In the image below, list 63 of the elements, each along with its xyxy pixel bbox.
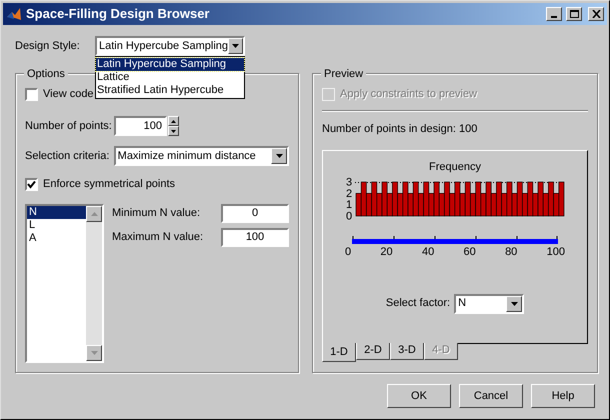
group-title: Options [24,66,68,82]
list-item[interactable]: A [27,232,86,245]
down-arrow-icon [90,351,98,355]
caret-icon [510,302,518,306]
checkbox[interactable] [25,88,38,100]
number-field[interactable]: 100 [114,116,167,136]
spin-up-button[interactable] [168,116,179,126]
maximize-icon [570,10,578,18]
app-icon [6,6,22,22]
select-factor-label: Select factor: [386,296,450,312]
dropdown-option[interactable]: Latin Hypercube Sampling [96,58,244,71]
dialog-button[interactable]: OK [387,384,451,408]
axis-tick-label: 20 [380,245,393,260]
axis-tick-label: 3 [346,176,352,188]
maximize-button[interactable] [566,7,582,21]
checkbox-label: Enforce symmetrical points [43,176,176,192]
tab[interactable]: 1-D [322,342,356,362]
field-label: Minimum N value: [112,206,202,222]
selection-criteria-dropdown[interactable]: Maximize minimum distance [114,146,289,166]
caret-icon [276,154,282,158]
axis-tick-label: 2 [346,188,352,200]
up-arrow-icon [171,120,176,122]
axis-tick-label: 80 [505,245,518,260]
minimize-button[interactable] [546,7,562,21]
tab[interactable]: 2-D [356,342,390,360]
close-icon [592,10,600,18]
axis-tick-label: 100 [546,245,565,260]
axis-tick-label: 40 [422,245,434,260]
axis-tick-label: 60 [464,245,476,260]
field-label: Number of points: [25,118,113,134]
dropdown-button[interactable] [228,38,243,54]
close-button[interactable] [588,7,604,21]
dropdown-option[interactable]: Lattice [96,71,244,84]
spin-down-button[interactable] [168,126,179,136]
scroll-down-button[interactable] [86,345,102,361]
list-item[interactable]: L [27,219,86,232]
caret-icon [232,44,240,48]
window-title: Space-Filling Design Browser [26,5,210,24]
field-label: Selection criteria: [25,148,110,164]
dropdown-option[interactable]: Stratified Latin Hypercube [96,84,244,97]
list-item[interactable]: N [27,206,86,219]
checkbox-label: View code [43,86,94,102]
design-style-label: Design Style: [15,38,81,54]
axis-tick-label: 1 [346,199,352,212]
design-style-dropdown[interactable]: Latin Hypercube Sampling [95,36,245,56]
down-arrow-icon [171,130,176,132]
checkbox-label: Apply constraints to preview [340,86,477,102]
chart-title: Frequency [429,160,481,174]
value-field[interactable]: 100 [221,228,289,247]
checkbox[interactable] [25,178,38,190]
field-label: Maximum N value: [112,230,204,246]
dialog-button[interactable]: Cancel [459,384,523,408]
dropdown-button[interactable] [271,148,287,164]
dialog-button[interactable]: Help [531,384,595,408]
select-factor-dropdown[interactable]: N [454,294,524,314]
up-arrow-icon [90,212,98,216]
axis-tick-label: 0 [346,210,352,222]
value-field[interactable]: 0 [221,204,289,223]
tab[interactable]: 3-D [390,342,424,360]
scroll-up-button[interactable] [86,206,102,222]
points-count-text: Number of points in design: 100 [322,122,478,137]
axis-tick-label: 0 [345,245,352,260]
dropdown-button[interactable] [506,296,522,312]
